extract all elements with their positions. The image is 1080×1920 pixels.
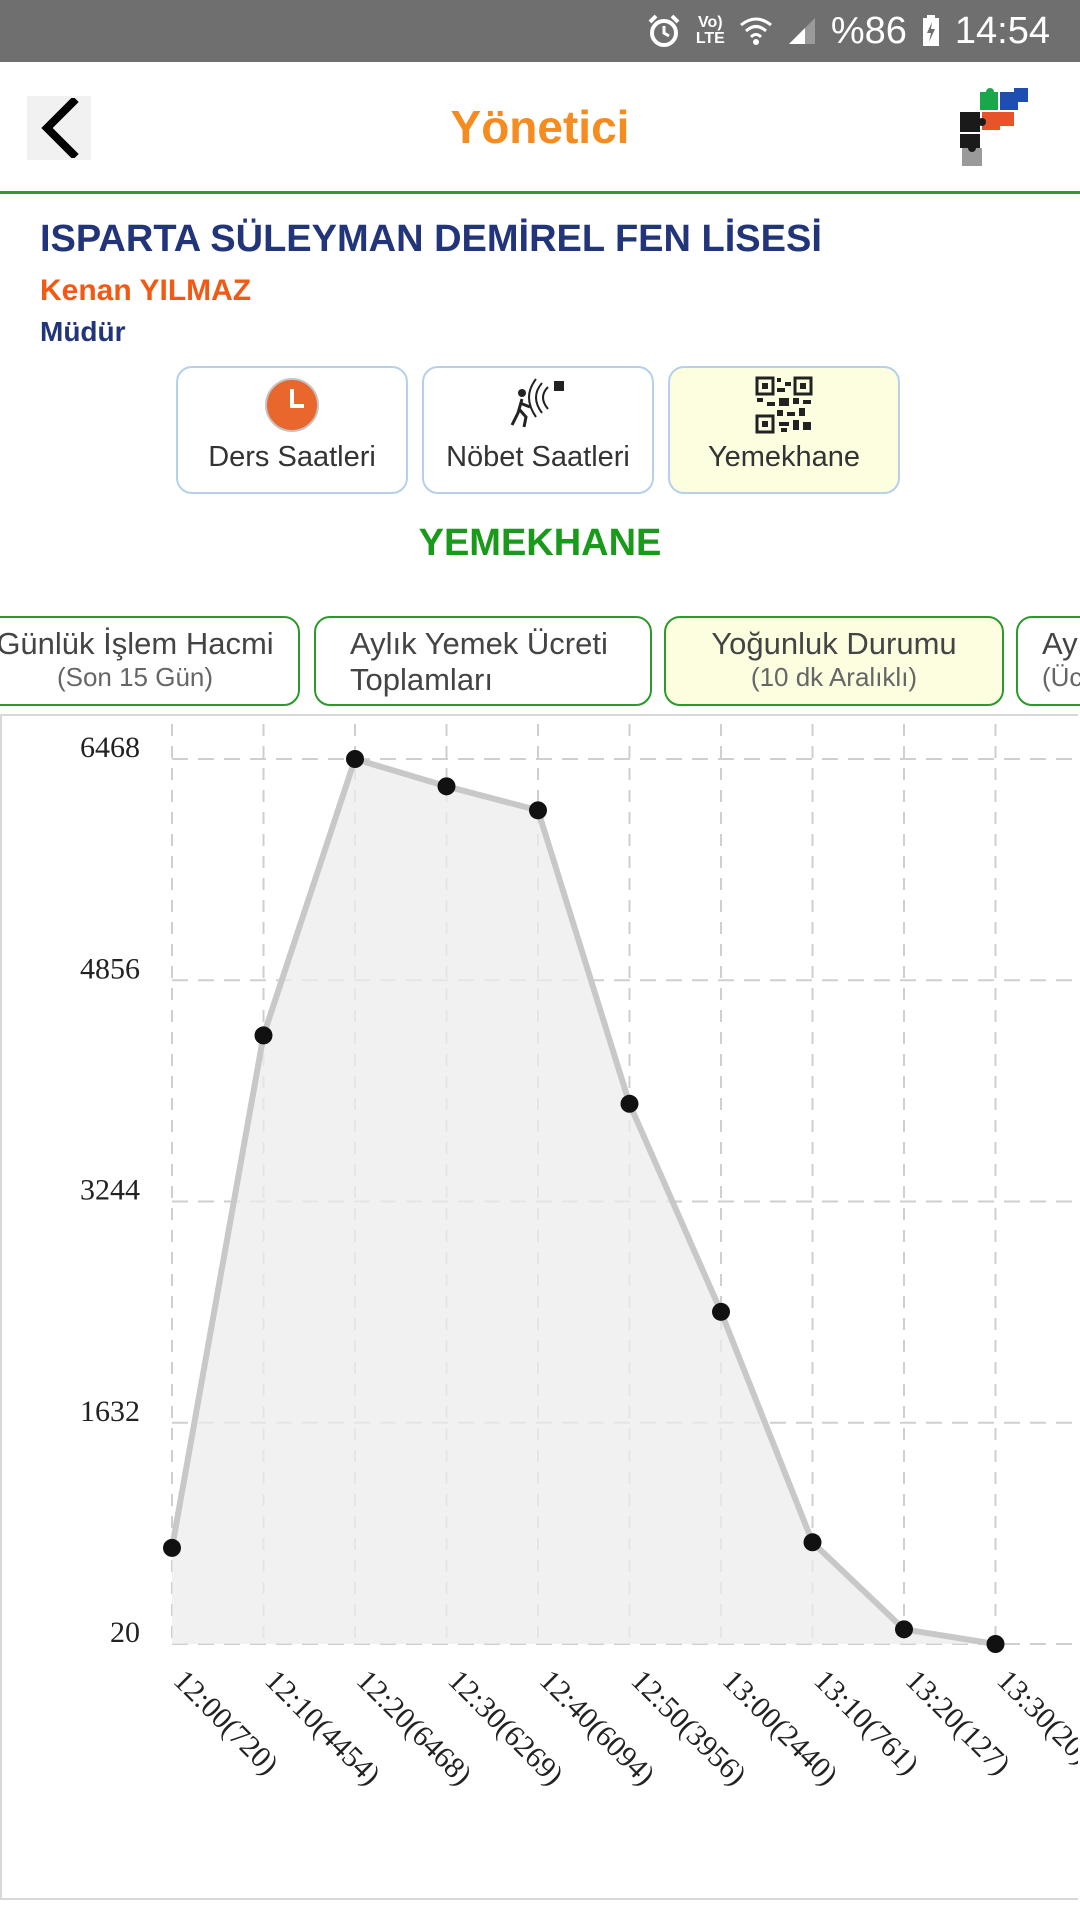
y-tick-label: 4856	[80, 952, 140, 985]
data-point[interactable]	[712, 1302, 730, 1321]
cafeteria-label: Yemekhane	[707, 441, 861, 473]
wifi-icon	[739, 15, 773, 47]
tab-occupancy[interactable]: Yoğunluk Durumu (10 dk Aralıklı)	[664, 616, 1004, 706]
lesson-hours-label: Ders Saatleri	[208, 441, 376, 473]
volte-indicator: Vo) LTE	[696, 15, 725, 47]
qr-code-icon	[754, 375, 814, 435]
lesson-hours-button[interactable]: Ders Saatleri	[176, 366, 408, 494]
y-tick-label: 3244	[80, 1174, 140, 1207]
y-axis-ticks: 20 1632 3244 4856 6468	[80, 731, 140, 1649]
tab-partial-title: Ay	[1042, 626, 1078, 661]
clock-time: 14:54	[954, 9, 1050, 52]
x-axis-ticks: 12:00(720)12:10(4454)12:20(6468)12:30(62…	[167, 1664, 1078, 1792]
puzzle-logo-icon	[952, 86, 1032, 168]
data-point[interactable]	[163, 1538, 181, 1557]
battery-percent: %86	[830, 9, 907, 52]
data-point[interactable]	[254, 1026, 273, 1045]
lte-label: LTE	[695, 30, 725, 47]
page-title: Yönetici	[450, 101, 630, 153]
tab-partial[interactable]: Ay (Üc	[1016, 616, 1080, 706]
battery-charging-icon	[921, 14, 941, 48]
user-name: Kenan YILMAZ	[40, 274, 252, 307]
data-point[interactable]	[346, 750, 364, 768]
tab-monthly-fees[interactable]: Aylık Yemek Ücreti Toplamları	[314, 616, 652, 706]
chart-tabs: Günlük İşlem Hacmi (Son 15 Gün) Aylık Ye…	[0, 616, 1080, 708]
tab-monthly-fees-title: Aylık Yemek Ücreti	[350, 626, 608, 661]
tab-daily-volume-title: Günlük İşlem Hacmi	[0, 626, 274, 661]
occupancy-chart: 20 1632 3244 4856 6468 12:00(720) 12:10(4454)…	[0, 714, 1078, 1900]
cafeteria-button[interactable]: Yemekhane	[668, 366, 900, 494]
y-tick-label: 1632	[80, 1395, 140, 1428]
occupancy-chart-svg: 20 1632 3244 4856 6468 12:00(720)12:10(4454)…	[80, 724, 1078, 1792]
area-fill	[172, 759, 996, 1644]
section-title: YEMEKHANE	[418, 522, 662, 564]
volte-label: Vo)	[698, 14, 723, 31]
duty-hours-button[interactable]: Nöbet Saatleri	[422, 366, 654, 494]
tab-occupancy-subtitle: (10 dk Aralıklı)	[750, 662, 918, 692]
alarm-clock-icon	[646, 13, 682, 49]
tab-partial-subtitle: (Üc	[1042, 662, 1080, 692]
y-tick-label: 6468	[80, 731, 140, 764]
data-point[interactable]	[895, 1620, 913, 1639]
school-name: ISPARTA SÜLEYMAN DEMİREL FEN LİSESİ	[40, 218, 822, 260]
tab-monthly-fees-title-line2: Toplamları	[350, 662, 493, 697]
app-bar: Yönetici	[0, 62, 1080, 194]
data-point[interactable]	[620, 1094, 639, 1113]
duty-hours-label: Nöbet Saatleri	[446, 441, 630, 473]
tab-daily-volume[interactable]: Günlük İşlem Hacmi (Son 15 Gün)	[0, 616, 300, 706]
data-point[interactable]	[529, 801, 547, 820]
clock-icon	[262, 375, 322, 435]
module-buttons: Ders Saatleri Nöbet Saatleri Yemekhane	[176, 366, 900, 494]
signal-icon	[787, 16, 817, 46]
data-point[interactable]	[803, 1533, 822, 1552]
walking-sensor-icon	[508, 375, 568, 435]
user-role: Müdür	[40, 316, 126, 347]
tab-daily-volume-subtitle: (Son 15 Gün)	[56, 662, 214, 692]
y-tick-label: 20	[110, 1616, 140, 1649]
data-point[interactable]	[986, 1635, 1005, 1653]
data-point[interactable]	[437, 777, 456, 796]
status-bar: Vo) LTE %86 14:54	[0, 0, 1080, 62]
tab-occupancy-title: Yoğunluk Durumu	[711, 626, 957, 661]
